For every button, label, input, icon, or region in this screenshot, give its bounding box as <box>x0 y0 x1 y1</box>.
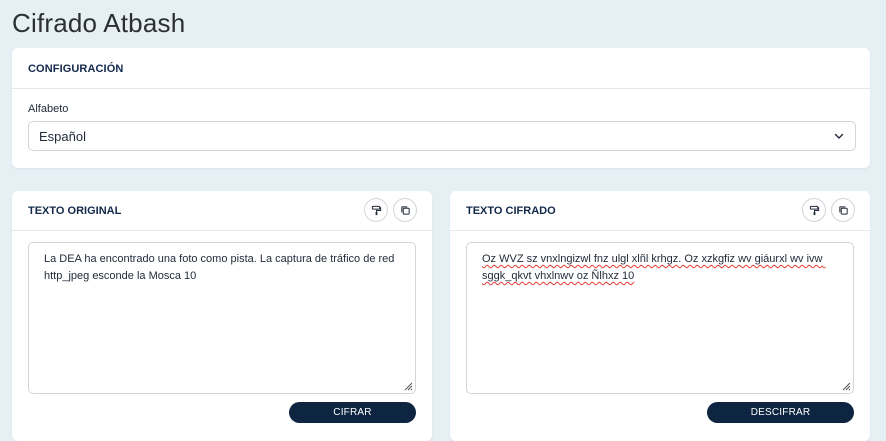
chevron-down-icon <box>834 133 844 139</box>
paint-roller-icon <box>371 205 381 215</box>
copy-icon <box>838 205 848 215</box>
config-card-header: CONFIGURACIÓN <box>12 48 870 89</box>
original-text-content: La DEA ha encontrado una foto como pista… <box>44 253 398 282</box>
original-header-title: TEXTO ORIGINAL <box>28 205 122 217</box>
paint-roller-icon <box>809 205 819 215</box>
original-text-input[interactable]: La DEA ha encontrado una foto como pista… <box>28 242 416 394</box>
original-text-card: TEXTO ORIGINAL La DEA ha encontrado una … <box>12 191 432 441</box>
copy-original-button[interactable] <box>393 198 417 222</box>
alphabet-select[interactable]: Español <box>28 121 856 151</box>
config-header-title: CONFIGURACIÓN <box>28 63 124 75</box>
cipher-text-card: TEXTO CIFRADO Oz WVZ sz vnxlngizwl fnz u… <box>450 191 870 441</box>
cipher-card-header: TEXTO CIFRADO <box>450 191 870 231</box>
page-title: Cifrado Atbash <box>12 8 186 38</box>
alphabet-label: Alfabeto <box>28 103 69 115</box>
config-card: CONFIGURACIÓN Alfabeto Español <box>12 48 870 168</box>
resize-grip-icon[interactable] <box>403 381 413 391</box>
copy-cipher-button[interactable] <box>831 198 855 222</box>
cipher-text-content: Oz WVZ sz vnxlngizwl fnz ulgl xlñl krhgz… <box>482 253 826 282</box>
descifrar-button[interactable]: DESCIFRAR <box>707 402 854 423</box>
original-card-header: TEXTO ORIGINAL <box>12 191 432 231</box>
copy-icon <box>400 205 410 215</box>
clear-cipher-button[interactable] <box>802 198 826 222</box>
alphabet-select-value: Español <box>39 129 86 144</box>
cipher-text-input[interactable]: Oz WVZ sz vnxlngizwl fnz ulgl xlñl krhgz… <box>466 242 854 394</box>
cipher-header-title: TEXTO CIFRADO <box>466 205 556 217</box>
resize-grip-icon[interactable] <box>841 381 851 391</box>
clear-original-button[interactable] <box>364 198 388 222</box>
cifrar-button[interactable]: CIFRAR <box>289 402 416 423</box>
